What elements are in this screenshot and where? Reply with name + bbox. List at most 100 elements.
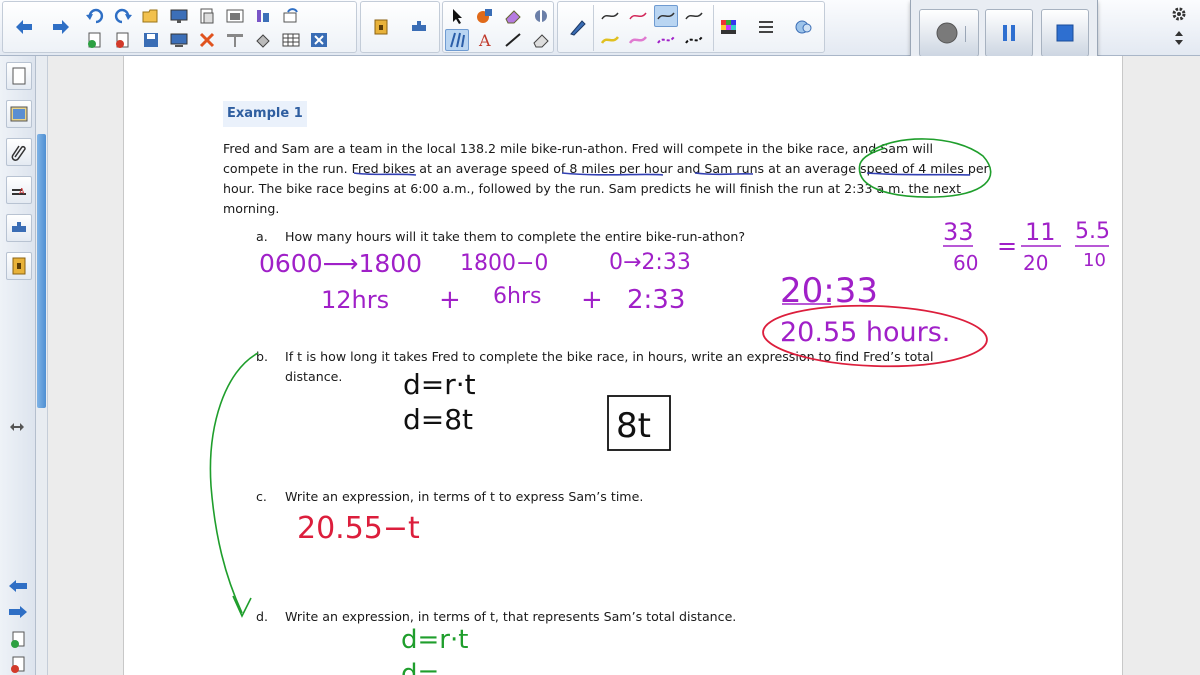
attachments-icon[interactable] <box>6 138 32 166</box>
new-page-icon[interactable] <box>83 29 107 51</box>
lock-icon[interactable] <box>369 16 393 38</box>
underline-4-mph <box>866 172 971 176</box>
resize-sidebar-icon[interactable] <box>3 416 31 438</box>
hw-a-row1-3: 0→2:33 <box>609 250 691 275</box>
display-icon[interactable] <box>167 29 191 51</box>
pen-icon[interactable] <box>566 16 590 38</box>
hw-frac-eq: = <box>997 232 1017 260</box>
screen-icon[interactable] <box>167 5 191 27</box>
canvas-margin-left <box>48 56 124 675</box>
green-circle-sam <box>858 138 992 198</box>
sidebar-scrollbar[interactable] <box>36 56 48 675</box>
pen-style-7[interactable] <box>654 29 678 51</box>
properties-icon[interactable] <box>754 16 778 38</box>
record-icon[interactable] <box>919 9 979 57</box>
side-bar: A <box>0 56 36 675</box>
properties-sidebar-icon[interactable]: A <box>6 176 32 204</box>
color-icon[interactable] <box>716 16 740 38</box>
back-arrow-icon[interactable] <box>12 16 36 38</box>
fill-icon[interactable] <box>251 29 275 51</box>
page-sorter-icon[interactable] <box>6 62 32 90</box>
sidebar-scroll-thumb[interactable] <box>37 134 46 408</box>
hw-a-row2-3: 6hrs <box>493 284 541 309</box>
pen-style-2[interactable] <box>626 5 650 27</box>
whiteboard-page[interactable]: Example 1 Fred and Sam are a team in the… <box>125 56 1121 675</box>
hw-a-row2-4: + <box>581 285 603 315</box>
record-dropdown-icon[interactable] <box>965 26 975 42</box>
toolbar-group-file <box>2 1 357 53</box>
image-icon[interactable] <box>223 5 247 27</box>
tools-icon[interactable] <box>251 5 275 27</box>
move-toolbar-icon[interactable] <box>1165 27 1193 49</box>
lesson-activity-icon[interactable] <box>6 252 32 280</box>
pause-icon[interactable] <box>985 9 1033 57</box>
hw-frac-den-1: 60 <box>953 251 978 275</box>
hw-b-line2: d=8t <box>403 403 473 436</box>
pen-style-1[interactable] <box>598 5 622 27</box>
forward-arrow-icon[interactable] <box>49 16 73 38</box>
erase-icon[interactable] <box>529 29 553 51</box>
underline-fred-bikes <box>353 172 417 176</box>
hw-a-row1-2: 1800−0 <box>460 251 548 276</box>
pen-style-3[interactable] <box>654 5 678 27</box>
save-icon[interactable] <box>139 29 163 51</box>
hw-a-total: 20:33 <box>780 271 878 311</box>
svg-text:A: A <box>478 31 491 49</box>
text-icon[interactable]: A <box>473 29 497 51</box>
pen-style-6[interactable] <box>626 29 650 51</box>
hw-frac-num-2: 11 <box>1025 218 1056 246</box>
toolbar-group-draw: A <box>442 1 554 53</box>
toolbar-group-pens <box>557 1 825 53</box>
gallery-sidebar-icon[interactable] <box>6 100 32 128</box>
toolbar-group-lock <box>360 1 440 53</box>
hw-a-row1-1: 0600⟶1800 <box>259 249 422 278</box>
hw-a-row2-2: + <box>439 285 461 315</box>
line-icon[interactable] <box>501 29 525 51</box>
pen-style-5[interactable] <box>598 29 622 51</box>
screen-shade-icon[interactable] <box>223 29 247 51</box>
ink-layer: 0600⟶1800 1800−0 0→2:33 12hrs + 6hrs + 2… <box>209 138 1110 675</box>
hw-frac-den-3: 10 <box>1083 250 1106 271</box>
hw-frac-num-3: 5.5 <box>1075 219 1110 244</box>
stop-icon[interactable] <box>1041 9 1089 57</box>
settings-gear-icon[interactable] <box>1165 3 1193 25</box>
hw-b-line1: d=r·t <box>403 368 476 401</box>
undo-icon[interactable] <box>83 5 107 27</box>
pen-style-8[interactable] <box>682 29 706 51</box>
hw-frac-num-1: 33 <box>943 218 974 246</box>
next-page-icon[interactable] <box>4 601 32 623</box>
add-on-icon[interactable] <box>407 16 431 38</box>
close-box-icon[interactable] <box>307 29 331 51</box>
add-page-icon[interactable] <box>4 629 32 651</box>
eraser-icon[interactable] <box>501 5 525 27</box>
select-icon[interactable] <box>445 5 469 27</box>
underline-sam-runs <box>694 172 754 176</box>
shape-icon[interactable] <box>473 5 497 27</box>
pen-style-4[interactable] <box>682 5 706 27</box>
add-ons-icon[interactable] <box>6 214 32 242</box>
redo-page-icon[interactable] <box>279 5 303 27</box>
hw-a-row2-5: 2:33 <box>627 285 685 315</box>
svg-text:A: A <box>19 187 25 196</box>
paste-icon[interactable] <box>195 5 219 27</box>
underline-8-mph <box>561 172 664 176</box>
hw-c-answer: 20.55−t <box>297 511 420 546</box>
hw-b-answer: 8t <box>616 406 651 446</box>
hw-a-row2-1: 12hrs <box>321 286 389 314</box>
hw-frac-den-2: 20 <box>1023 251 1048 275</box>
hw-d-line2: d= <box>401 659 439 675</box>
open-icon[interactable] <box>139 5 163 27</box>
table-icon[interactable] <box>279 29 303 51</box>
gallery-icon[interactable] <box>792 16 816 38</box>
previous-page-icon[interactable] <box>4 575 32 597</box>
green-arrow-b-to-d <box>209 352 259 614</box>
magic-pen-icon[interactable] <box>529 5 553 27</box>
creative-pen-icon[interactable] <box>445 29 469 51</box>
hw-d-line1: d=r·t <box>401 625 468 655</box>
delete-page-icon[interactable] <box>111 29 135 51</box>
redo-icon[interactable] <box>111 5 135 27</box>
delete-page-sidebar-icon[interactable] <box>4 654 32 675</box>
delete-icon[interactable] <box>195 29 219 51</box>
canvas-margin-right <box>1122 56 1200 675</box>
hw-a-answer: 20.55 hours. <box>780 317 950 348</box>
